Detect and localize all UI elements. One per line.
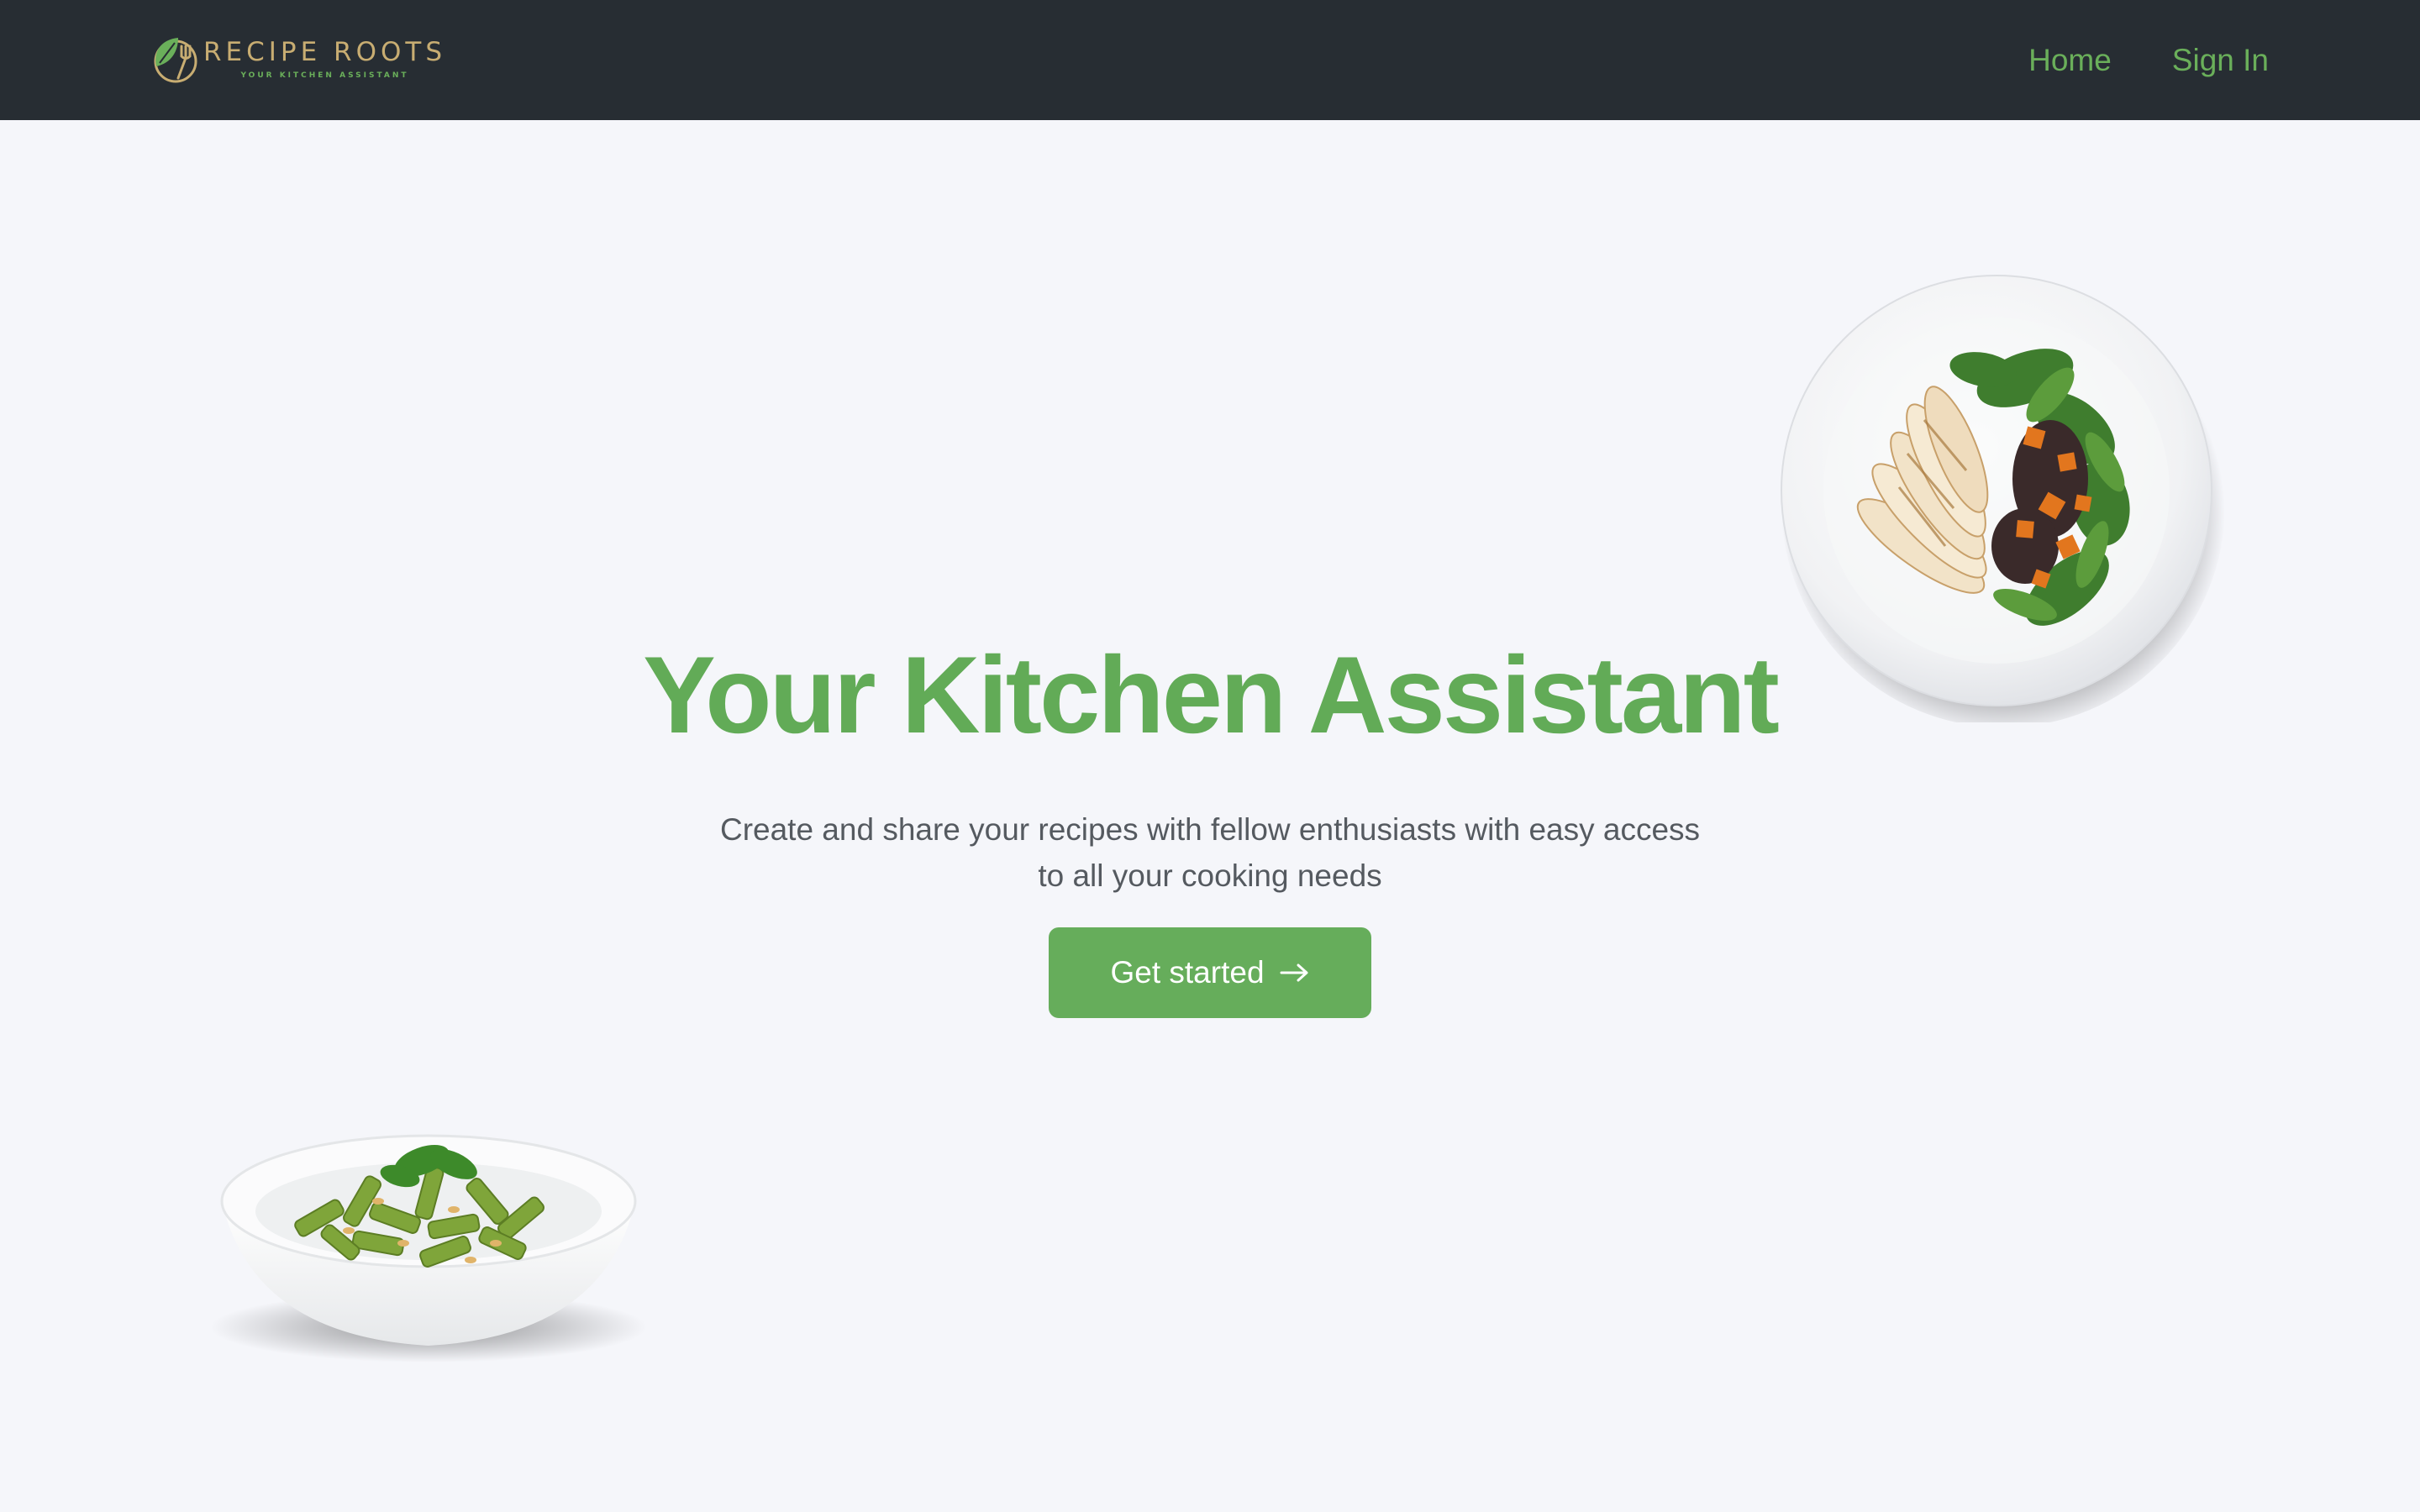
leaf-fork-icon <box>154 38 197 83</box>
get-started-label: Get started <box>1110 955 1265 990</box>
brand-tagline: YOUR KITCHEN ASSISTANT <box>240 71 409 80</box>
brand-wordmark: RECIPE ROOTS YOUR KITCHEN ASSISTANT <box>203 38 446 81</box>
pesto-penne-bowl-image <box>210 1134 647 1362</box>
brand-logo[interactable]: RECIPE ROOTS YOUR KITCHEN ASSISTANT <box>148 32 446 87</box>
nav-signin-link[interactable]: Sign In <box>2172 43 2269 78</box>
nav-home-link[interactable]: Home <box>2028 43 2112 78</box>
hero-title: Your Kitchen Assistant <box>643 633 1780 756</box>
navbar: RECIPE ROOTS YOUR KITCHEN ASSISTANT Home… <box>0 0 2420 120</box>
get-started-button[interactable]: Get started <box>1049 927 1371 1018</box>
arrow-right-icon <box>1280 963 1308 982</box>
brand-name: RECIPE ROOTS <box>203 37 447 67</box>
hero-subtitle: Create and share your recipes with fello… <box>719 812 1701 893</box>
main-nav: Home Sign In <box>1968 0 2269 120</box>
